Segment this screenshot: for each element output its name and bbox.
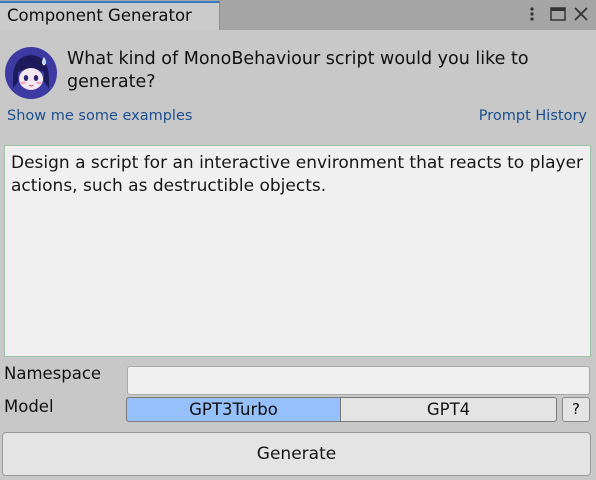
prompt-question: What kind of MonoBehaviour script would … bbox=[67, 49, 529, 92]
show-examples-link[interactable]: Show me some examples bbox=[7, 108, 192, 124]
model-label: Model bbox=[4, 397, 54, 416]
generate-button[interactable]: Generate bbox=[2, 432, 591, 476]
tab-title: Component Generator bbox=[7, 6, 192, 25]
tab-bar: Component Generator bbox=[0, 0, 596, 30]
maximize-icon[interactable] bbox=[548, 3, 568, 25]
model-option-gpt3turbo[interactable]: GPT3Turbo bbox=[126, 397, 341, 422]
model-option-gpt4[interactable]: GPT4 bbox=[341, 397, 557, 422]
tab-component-generator[interactable]: Component Generator bbox=[0, 1, 220, 30]
namespace-input[interactable] bbox=[127, 366, 590, 395]
help-button[interactable]: ? bbox=[562, 397, 590, 422]
prompt-textarea[interactable]: Design a script for an interactive envir… bbox=[4, 145, 591, 357]
avatar bbox=[4, 46, 58, 100]
kebab-menu-icon[interactable] bbox=[524, 3, 540, 25]
close-icon[interactable] bbox=[571, 3, 591, 25]
namespace-label: Namespace bbox=[4, 364, 102, 383]
prompt-history-link[interactable]: Prompt History bbox=[479, 108, 587, 124]
